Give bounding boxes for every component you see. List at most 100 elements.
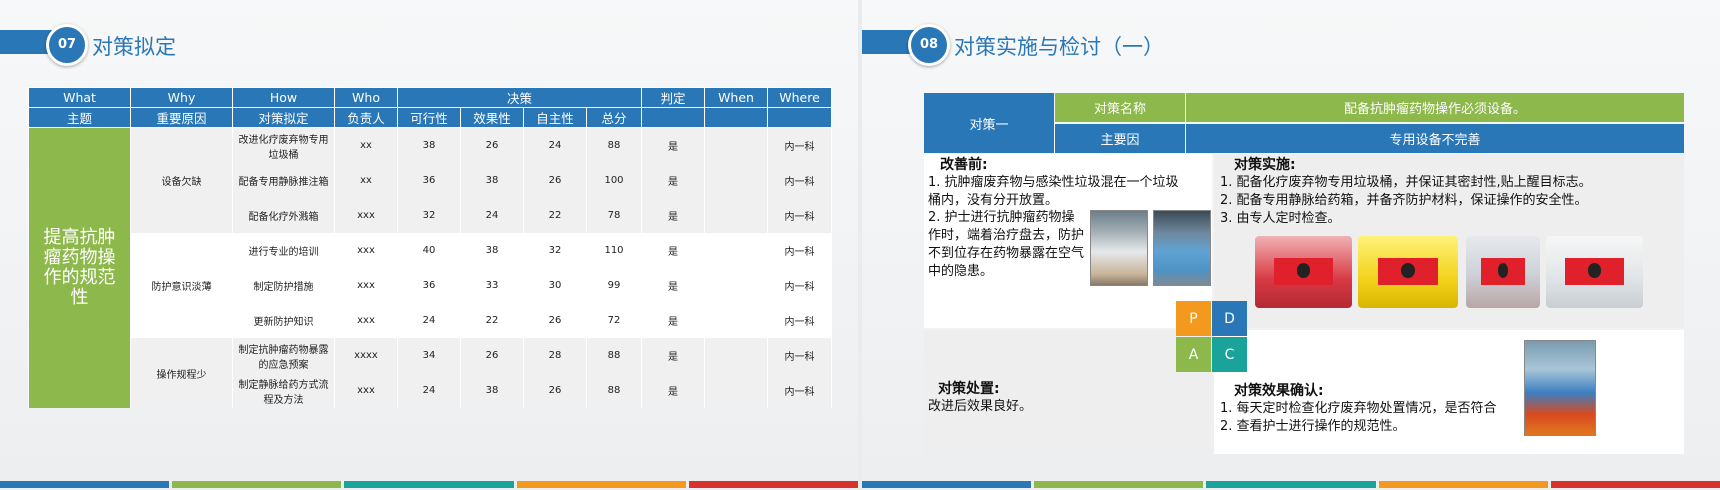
effectiveness-cell: 26 [460, 127, 524, 163]
feasibility-cell: 40 [397, 233, 461, 268]
judge-cell: 是 [641, 268, 706, 303]
name-value: 配备抗肿瘤药物操作必须设备。 [1186, 93, 1684, 122]
total-cell: 72 [585, 303, 643, 338]
measure-cell: 进行专业的培训 [232, 233, 335, 268]
judge-cell: 是 [641, 127, 706, 163]
effectiveness-cell: 38 [460, 233, 524, 268]
col-owner: 负责人 [334, 107, 398, 128]
autonomy-cell: 30 [523, 268, 587, 303]
table-row: 防护意识淡薄 进行专业的培训 xxx 40 38 32 110 是内一科 [29, 233, 833, 338]
photo-nurse-tray [1090, 210, 1148, 286]
col-why: Why [130, 87, 233, 108]
page-title: 对策实施与检讨（一） [954, 35, 1164, 59]
when-cell [704, 163, 769, 198]
reason-cell: 操作规程少 [130, 338, 233, 408]
measure-cell: 制定静脉给药方式流程及方法 [232, 373, 335, 408]
total-cell: 88 [585, 338, 643, 373]
effectiveness-cell: 38 [460, 163, 524, 198]
where-cell: 内一科 [767, 233, 833, 268]
judge-cell: 是 [641, 303, 706, 338]
effectiveness-cell: 22 [460, 303, 524, 338]
feasibility-cell: 38 [397, 127, 461, 163]
judge-cell: 是 [641, 198, 706, 233]
implement-line-2: 2. 配备专用静脉给药箱，并备齐防护材料，保证操作的安全性。 [1220, 193, 1588, 208]
col-judge-sub [641, 107, 706, 128]
total-cell: 88 [585, 127, 643, 163]
table-row: 操作规程少 制定抗肿瘤药物暴露的应急预案 xxxx 34 26 28 88 是内一科 [29, 338, 833, 408]
before-line-1: 1. 抗肿瘤废弃物与感染性垃圾混在一个垃圾桶内，没有分开放置。 [928, 175, 1179, 208]
effectiveness-cell: 33 [460, 268, 524, 303]
judge-cell: 是 [641, 373, 706, 408]
topic-cell: 提高抗肿瘤药物操作的规范性 [28, 127, 131, 408]
autonomy-cell: 22 [523, 198, 587, 233]
countermeasure-label: 对策一 [924, 93, 1054, 153]
col-where-sub [767, 107, 833, 128]
section-number-badge: 07 [46, 24, 88, 66]
where-cell: 内一科 [767, 163, 833, 198]
total-cell: 78 [585, 198, 643, 233]
header-row-top: What Why How Who 决策 判定 When Where [28, 87, 833, 108]
col-what: What [28, 87, 131, 108]
reason-cell: 设备欠缺 [130, 127, 233, 233]
before-title: 改善前: [940, 157, 988, 173]
measure-cell: 更新防护知识 [232, 303, 335, 338]
reason-cell: 防护意识淡薄 [130, 233, 233, 338]
col-judge: 判定 [641, 87, 706, 108]
photo-yellow-waste-bin [1358, 236, 1458, 308]
col-autonomy: 自主性 [523, 107, 587, 128]
where-cell: 内一科 [767, 373, 833, 408]
feasibility-cell: 24 [397, 303, 461, 338]
autonomy-cell: 32 [523, 233, 587, 268]
col-decision: 决策 [396, 87, 643, 108]
judge-cell: 是 [641, 338, 706, 373]
pdca-d: D [1212, 301, 1247, 336]
owner-cell: xx [334, 163, 398, 198]
when-cell [704, 233, 769, 268]
implement-line-3: 3. 由专人定时检查。 [1220, 211, 1341, 226]
judge-cell: 是 [641, 163, 706, 198]
owner-cell: xxxx [334, 338, 398, 373]
where-cell: 内一科 [767, 268, 833, 303]
col-who: Who [334, 87, 398, 108]
autonomy-cell: 28 [523, 338, 587, 373]
owner-cell: xxx [334, 373, 398, 408]
slide-countermeasure-review: 08 对策实施与检讨（一） 对策一 对策名称 配备抗肿瘤药物操作必须设备。 主要… [862, 0, 1720, 490]
owner-cell: xx [334, 127, 398, 163]
judge-cell: 是 [641, 233, 706, 268]
feasibility-cell: 32 [397, 198, 461, 233]
implement-title: 对策实施: [1234, 157, 1296, 173]
feasibility-cell: 24 [397, 373, 461, 408]
where-cell: 内一科 [767, 127, 833, 163]
table-row: 提高抗肿瘤药物操作的规范性 设备欠缺 改进化疗废弃物专用垃圾桶 xx 38 26 24 88 是… [28, 127, 833, 408]
photo-nurse-gown [1153, 210, 1211, 286]
header-row-sub: 主题 重要原因 对策拟定 负责人 可行性 效果性 自主性 总分 [28, 107, 833, 128]
when-cell [704, 373, 769, 408]
when-cell [704, 198, 769, 233]
col-total: 总分 [585, 107, 643, 128]
when-cell [704, 268, 769, 303]
implement-block: 对策实施: 1. 配备化疗废弃物专用垃圾桶，并保证其密封性,贴上醒目标志。 2.… [1220, 156, 1680, 228]
measure-cell: 制定防护措施 [232, 268, 335, 303]
cause-value: 专用设备不完善 [1186, 124, 1684, 153]
disposal-block: 对策处置: 改进后效果良好。 [928, 380, 1178, 416]
photo-red-waste-bin [1255, 236, 1352, 308]
col-measure: 对策拟定 [232, 107, 335, 128]
col-when: When [704, 87, 769, 108]
effectiveness-cell: 38 [460, 373, 524, 408]
plan-table: What Why How Who 决策 判定 When Where 主题 重要原… [28, 87, 833, 408]
col-where: Where [767, 87, 833, 108]
before-line-2: 2. 护士进行抗肿瘤药物操作时，端着治疗盘去，防护不到位存在药物暴露在空气中的隐… [928, 210, 1085, 279]
page-title: 对策拟定 [92, 35, 176, 59]
measure-cell: 制定抗肿瘤药物暴露的应急预案 [232, 338, 335, 373]
feasibility-cell: 34 [397, 338, 461, 373]
feasibility-cell: 36 [397, 163, 461, 198]
effectiveness-cell: 26 [460, 338, 524, 373]
autonomy-cell: 24 [523, 127, 587, 163]
slide-countermeasure-plan: 07 对策拟定 What Why How Who 决策 判定 When Wher… [0, 0, 859, 490]
total-cell: 100 [585, 163, 643, 198]
owner-cell: xxx [334, 268, 398, 303]
cause-label: 主要因 [1055, 124, 1185, 153]
col-feasibility: 可行性 [397, 107, 461, 128]
autonomy-cell: 26 [523, 373, 587, 408]
bottom-color-strip [0, 481, 859, 488]
